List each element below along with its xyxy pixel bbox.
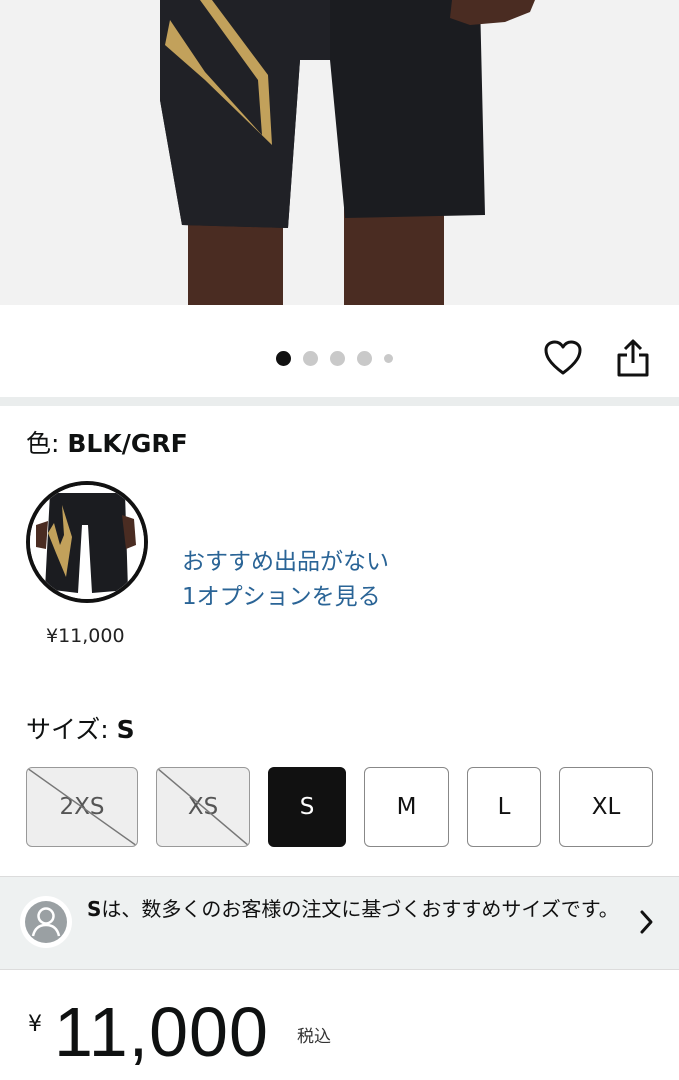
recommended-size: S [87, 897, 102, 921]
swatch-price: ¥11,000 [46, 625, 125, 647]
see-options-link[interactable]: おすすめ出品がない 1オプションを見る [182, 545, 389, 615]
size-recommendation-banner[interactable] [0, 876, 679, 970]
size-label-text: サイズ: [26, 715, 117, 744]
chevron-right-icon[interactable] [638, 908, 656, 936]
size-option-2xs[interactable]: 2XS [26, 767, 138, 847]
size-option-label: XL [591, 794, 621, 820]
color-value: BLK/GRF [67, 429, 188, 458]
section-divider [0, 397, 679, 406]
recommendation-text[interactable]: Sは、数多くのお客様の注文に基づくおすすめサイズです。 [87, 895, 627, 923]
heart-icon[interactable] [544, 340, 582, 376]
size-value: S [116, 715, 135, 744]
user-avatar-icon [20, 896, 72, 948]
size-option-label: L [497, 794, 511, 820]
carousel-dot-1[interactable] [276, 350, 291, 366]
unavailable-strike-icon [27, 768, 137, 846]
size-option-label: S [299, 794, 315, 820]
carousel-dot-2[interactable] [303, 350, 318, 366]
size-option-m[interactable]: M [364, 767, 449, 847]
size-option-l[interactable]: L [467, 767, 541, 847]
color-swatch-blk-grf[interactable] [26, 481, 148, 603]
size-option-xl[interactable]: XL [559, 767, 653, 847]
size-option-s[interactable]: S [268, 767, 346, 847]
carousel-dot-5[interactable] [384, 353, 393, 363]
offer-link-line2[interactable]: 1オプションを見る [182, 580, 389, 615]
carousel-dots[interactable] [276, 350, 393, 366]
unavailable-strike-icon [157, 768, 249, 846]
size-label: サイズ: S [26, 714, 135, 746]
product-image[interactable] [0, 0, 679, 305]
carousel-dot-3[interactable] [330, 350, 345, 366]
share-icon[interactable] [615, 338, 651, 378]
size-option-xs[interactable]: XS [156, 767, 250, 847]
price-amount: 11,000 [54, 993, 269, 1071]
offer-link-line1[interactable]: おすすめ出品がない [182, 545, 389, 580]
carousel-dot-4[interactable] [357, 350, 372, 366]
color-label-text: 色: [26, 429, 68, 458]
size-option-label: M [396, 794, 417, 820]
price-tax-note: 税込 [297, 1027, 331, 1047]
price-currency: ¥ [28, 1012, 42, 1037]
recommendation-message: は、数多くのお客様の注文に基づくおすすめサイズです。 [101, 897, 619, 921]
color-label: 色: BLK/GRF [26, 428, 188, 460]
